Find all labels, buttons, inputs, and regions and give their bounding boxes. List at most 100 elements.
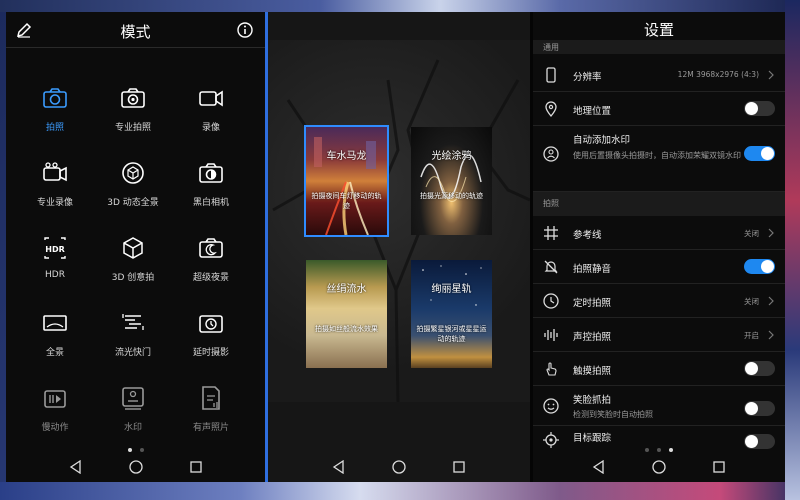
mute-icon xyxy=(544,260,558,274)
setting-label: 自动添加水印 xyxy=(573,135,631,146)
setting-voice[interactable]: 声控拍照 开启 xyxy=(533,318,785,352)
info-icon[interactable] xyxy=(237,22,253,38)
setting-grid[interactable]: 参考线 关闭 xyxy=(533,216,785,250)
setting-description: 使用后置摄像头拍摄时，自动添加荣耀双镜水印 xyxy=(573,151,741,160)
target-icon xyxy=(543,432,559,448)
mode-label: 延时摄影 xyxy=(192,348,229,358)
navigation-bar xyxy=(6,452,265,482)
home-icon[interactable] xyxy=(128,460,143,474)
smile-toggle[interactable] xyxy=(744,401,775,416)
card-title: 绚丽星轨 xyxy=(431,284,472,295)
mode-item[interactable]: 超级夜景 xyxy=(172,234,250,309)
3d-cube-icon xyxy=(123,237,143,259)
recents-icon[interactable] xyxy=(452,460,466,474)
mode-label: 专业拍照 xyxy=(114,123,151,133)
mode-label: HDR xyxy=(45,270,65,280)
section-header: 通用 xyxy=(533,40,785,54)
light-painting-screen: 车水马龙 拍摄夜间车灯移动的轨迹 光绘涂鸦 拍摄光源移动的轨迹 丝绢流水 拍摄如… xyxy=(268,12,530,482)
setting-mute[interactable]: 拍照静音 xyxy=(533,250,785,284)
audio-photo-icon xyxy=(202,386,220,410)
mode-label: 超级夜景 xyxy=(192,273,229,283)
star-trails-image xyxy=(422,265,482,306)
back-icon[interactable] xyxy=(69,460,83,474)
light-mode-card[interactable]: 绚丽星轨 拍摄繁星银河或星星运动的轨迹 xyxy=(411,260,492,368)
home-icon[interactable] xyxy=(392,460,406,474)
mute-toggle[interactable] xyxy=(744,259,775,274)
light-painting-icon xyxy=(122,314,144,330)
pro-camera-icon xyxy=(121,88,145,108)
setting-label: 分辨率 xyxy=(573,72,602,83)
setting-label: 目标跟踪 xyxy=(573,433,612,444)
tracking-toggle[interactable] xyxy=(744,434,775,449)
mode-item[interactable]: 流光快门 xyxy=(94,309,172,384)
card-description: 拍摄光源移动的轨迹 xyxy=(420,192,483,200)
recents-icon[interactable] xyxy=(189,460,203,474)
sound-wave-icon xyxy=(544,329,558,341)
card-description: 拍摄如丝般流水效果 xyxy=(315,325,378,333)
mode-label: 全景 xyxy=(45,348,64,358)
settings-screen: 设置 通用 分辨率 12M 3968x2976 (4:3) 地理位置 自动添加水… xyxy=(533,12,785,482)
setting-label: 拍照静音 xyxy=(573,264,612,275)
touch-hand-icon xyxy=(546,362,557,376)
touch-toggle[interactable] xyxy=(744,361,775,376)
setting-smile[interactable]: 笑脸抓拍 检测到笑脸时自动拍照 xyxy=(533,386,785,426)
mode-label: 拍照 xyxy=(45,123,64,133)
navigation-bar xyxy=(268,452,530,482)
mode-item[interactable]: HDR HDR xyxy=(16,234,94,309)
car-lights-image xyxy=(314,137,376,235)
location-toggle[interactable] xyxy=(744,101,775,116)
watermark-icon xyxy=(122,387,144,410)
mode-label: 3D 创意拍 xyxy=(111,273,155,283)
mode-item[interactable]: 3D 动态全景 xyxy=(94,159,172,234)
setting-value: 开启 xyxy=(744,331,759,340)
setting-location[interactable]: 地理位置 xyxy=(533,92,785,126)
mode-item[interactable]: 专业拍照 xyxy=(94,84,172,159)
slow-motion-icon xyxy=(44,390,66,408)
watermark-toggle[interactable] xyxy=(744,146,775,161)
location-pin-icon xyxy=(545,101,557,117)
setting-label: 定时拍照 xyxy=(573,298,612,309)
light-mode-card[interactable]: 光绘涂鸦 拍摄光源移动的轨迹 xyxy=(411,127,492,235)
mode-item[interactable]: 专业录像 xyxy=(16,159,94,234)
section-header: 拍照 xyxy=(533,192,785,216)
phone-icon xyxy=(546,67,556,83)
mode-item[interactable]: 拍照 xyxy=(16,84,94,159)
back-icon[interactable] xyxy=(592,460,606,474)
mode-item[interactable]: 3D 创意拍 xyxy=(94,234,172,309)
page-title: 模式 xyxy=(120,23,151,41)
mode-label: 黑白相机 xyxy=(192,198,229,208)
setting-label: 声控拍照 xyxy=(573,332,612,343)
back-icon[interactable] xyxy=(332,460,346,474)
setting-label: 地理位置 xyxy=(573,106,612,117)
recents-icon[interactable] xyxy=(712,460,726,474)
modes-grid: 拍照 专业拍照 录像专业录像 3D 动态全景 黑白相机 HDR HDR 3D 创意拍 超级夜景全… xyxy=(16,84,252,459)
chevron-right-icon xyxy=(768,70,774,80)
wallpaper-bottom xyxy=(0,482,800,500)
mode-item[interactable]: 黑白相机 xyxy=(172,159,250,234)
setting-label: 参考线 xyxy=(573,230,602,241)
grid-icon xyxy=(544,226,558,240)
setting-timer[interactable]: 定时拍照 关闭 xyxy=(533,284,785,318)
light-mode-card[interactable]: 丝绢流水 拍摄如丝般流水效果 xyxy=(306,260,387,368)
setting-value: 关闭 xyxy=(744,229,759,238)
monochrome-icon xyxy=(199,163,223,183)
camera-icon xyxy=(43,88,67,108)
setting-watermark[interactable]: 自动添加水印 使用后置摄像头拍摄时，自动添加荣耀双镜水印 xyxy=(533,126,785,192)
home-icon[interactable] xyxy=(652,460,666,474)
mode-label: 水印 xyxy=(123,423,142,433)
setting-touch[interactable]: 触摸拍照 xyxy=(533,352,785,386)
mode-item[interactable]: 录像 xyxy=(172,84,250,159)
clock-icon xyxy=(543,293,559,309)
timelapse-icon xyxy=(199,315,223,333)
setting-resolution[interactable]: 分辨率 12M 3968x2976 (4:3) xyxy=(533,58,785,92)
modes-header: 模式 xyxy=(6,12,265,48)
card-description: 拍摄夜间车灯移动的轨迹 xyxy=(311,192,382,210)
mode-label: 流光快门 xyxy=(114,348,151,358)
mode-item[interactable]: 全景 xyxy=(16,309,94,384)
section-label: 拍照 xyxy=(543,199,559,208)
mode-item[interactable]: 延时摄影 xyxy=(172,309,250,384)
card-title: 车水马龙 xyxy=(326,151,367,162)
section-label: 通用 xyxy=(543,43,559,52)
setting-description: 检测到笑脸时自动拍照 xyxy=(573,410,653,419)
light-mode-card[interactable]: 车水马龙 拍摄夜间车灯移动的轨迹 xyxy=(304,125,389,237)
